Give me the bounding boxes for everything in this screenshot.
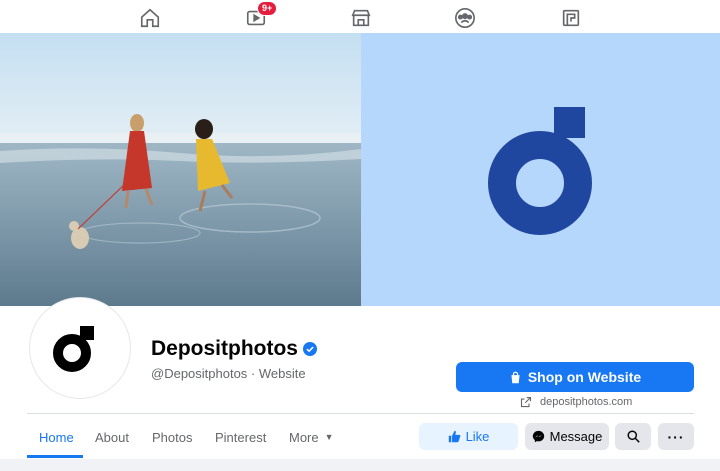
tab-about-label: About	[95, 429, 129, 445]
messenger-icon	[532, 430, 544, 443]
tab-home[interactable]: Home	[39, 417, 74, 457]
tab-more-label: More	[289, 429, 319, 445]
shop-on-website-button[interactable]: Shop on Website	[456, 362, 694, 392]
verified-badge-icon	[303, 342, 317, 356]
brand-panel	[361, 33, 720, 306]
tab-more[interactable]: More ▼	[289, 417, 334, 457]
shop-button-label: Shop on Website	[527, 369, 642, 385]
tab-pinterest[interactable]: Pinterest	[215, 417, 266, 457]
tab-about[interactable]: About	[95, 417, 129, 457]
search-icon	[626, 430, 640, 443]
tab-home-label: Home	[39, 429, 74, 445]
message-button-label: Message	[549, 429, 603, 444]
website-link[interactable]: depositphotos.com	[520, 395, 632, 409]
avatar[interactable]	[29, 297, 131, 399]
tab-photos-label: Photos	[152, 429, 193, 445]
message-button[interactable]: Message	[525, 423, 609, 450]
gaming-icon[interactable]	[558, 5, 584, 31]
page-handle: @Depositphotos · Website	[151, 366, 306, 381]
page-background-strip	[0, 459, 720, 471]
home-icon[interactable]	[137, 5, 163, 31]
beach-photo	[0, 33, 361, 306]
divider	[27, 413, 694, 414]
top-navigation: 9+	[0, 0, 720, 33]
watch-icon[interactable]: 9+	[243, 1, 278, 31]
website-link-label: depositphotos.com	[540, 396, 633, 408]
tab-photos[interactable]: Photos	[152, 417, 192, 457]
thumbs-up-icon	[448, 430, 460, 443]
more-options-button[interactable]: ···	[658, 423, 694, 450]
shopping-bag-icon	[511, 371, 520, 383]
depositphotos-logo-icon	[488, 107, 592, 235]
active-tab-indicator	[27, 455, 83, 458]
external-link-icon	[520, 396, 532, 408]
groups-icon[interactable]	[452, 5, 478, 31]
depositphotos-avatar-logo-icon	[53, 326, 94, 372]
notification-badge: 9+	[257, 1, 278, 16]
facebook-page: 9+ Depositphotos @Depositphotos · Websit…	[0, 0, 720, 471]
caret-down-icon: ▼	[324, 432, 334, 442]
search-button[interactable]	[615, 423, 651, 450]
tab-pinterest-label: Pinterest	[215, 429, 267, 445]
like-button[interactable]: Like	[419, 423, 518, 450]
marketplace-icon[interactable]	[348, 5, 374, 31]
page-title: Depositphotos	[151, 337, 298, 360]
cover-image[interactable]	[0, 33, 720, 306]
more-options-icon: ···	[667, 428, 685, 445]
like-button-label: Like	[465, 429, 490, 444]
